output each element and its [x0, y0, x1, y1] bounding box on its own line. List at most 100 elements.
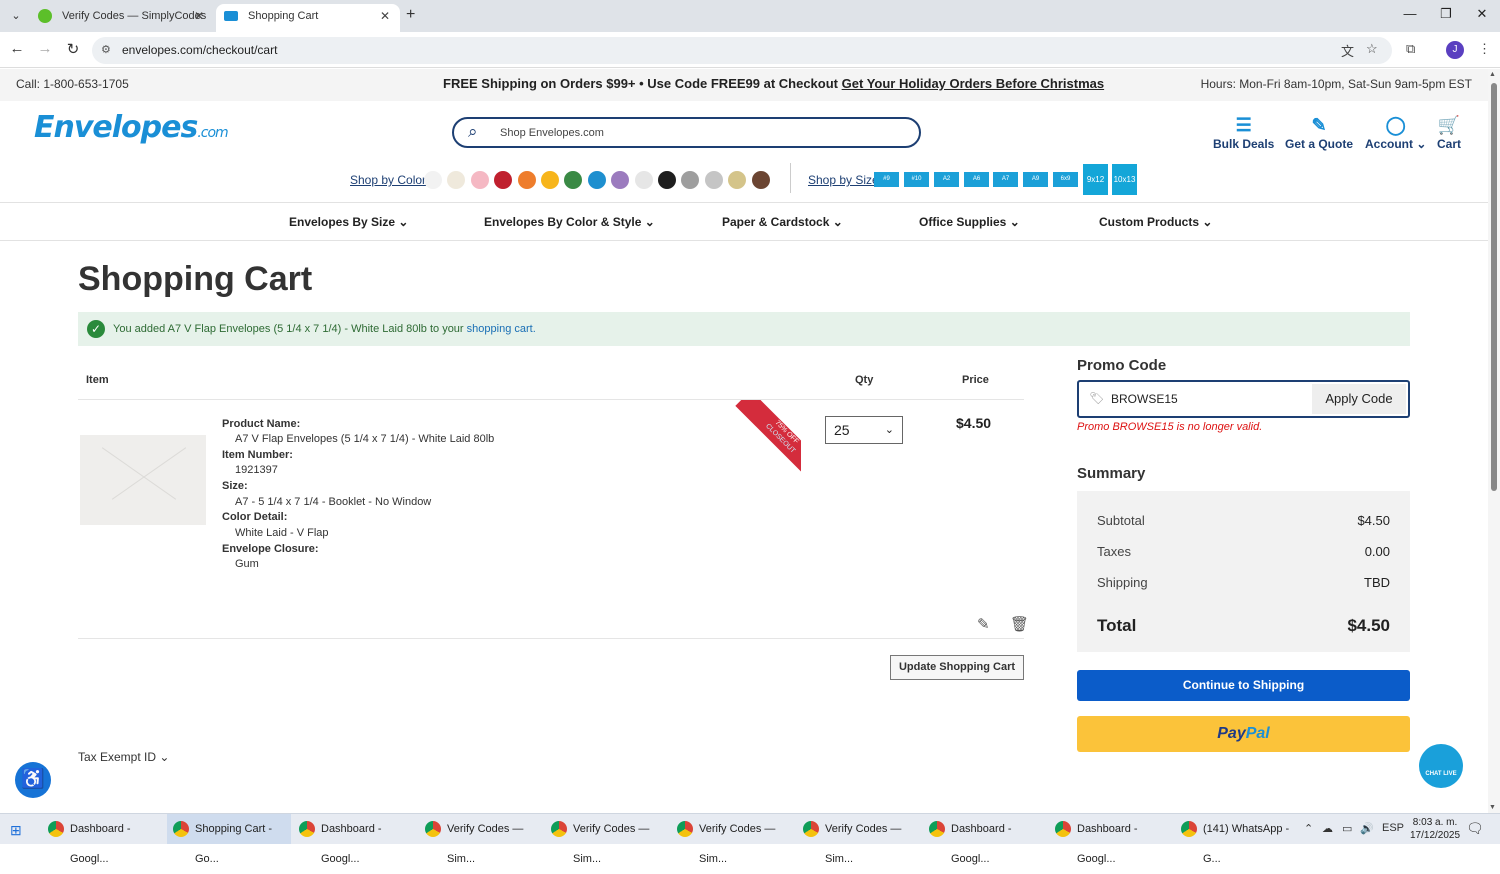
cart-link[interactable]: 🛒 Cart: [1437, 115, 1461, 151]
site-search[interactable]: ⌕ Shop Envelopes.com: [452, 117, 921, 148]
browser-menu-icon[interactable]: ⋮: [1478, 41, 1491, 57]
new-tab-button[interactable]: +: [406, 6, 415, 24]
size-chip[interactable]: A6: [964, 172, 989, 187]
nav-envelopes-by-size[interactable]: Envelopes By Size ⌄: [289, 215, 408, 229]
size-chip[interactable]: 9x12: [1083, 164, 1108, 195]
get-a-quote-link[interactable]: ✎ Get a Quote: [1285, 115, 1353, 151]
notifications-icon[interactable]: 🗨: [1466, 820, 1484, 837]
size-chip[interactable]: #10: [904, 172, 929, 187]
bulk-deals-link[interactable]: ☰ Bulk Deals: [1213, 115, 1274, 151]
nav-custom-products[interactable]: Custom Products ⌄: [1099, 215, 1212, 229]
scroll-down-icon[interactable]: ▼: [1489, 804, 1496, 811]
holiday-orders-link[interactable]: Get Your Holiday Orders Before Christmas: [842, 76, 1104, 91]
color-swatch[interactable]: [658, 171, 676, 189]
taskbar-app-button[interactable]: Verify Codes — Sim...: [797, 814, 921, 865]
site-info-icon[interactable]: ⚙: [101, 37, 111, 64]
promo-strip: Call: 1-800-653-1705 FREE Shipping on Or…: [0, 69, 1488, 101]
color-swatch[interactable]: [564, 171, 583, 189]
taskbar-app-button[interactable]: Dashboard - Googl...: [293, 814, 417, 865]
color-swatch[interactable]: [728, 171, 747, 189]
color-swatch[interactable]: [681, 171, 700, 189]
close-tab-icon[interactable]: ✕: [380, 4, 390, 28]
site-logo[interactable]: Envelopes.com: [34, 110, 229, 145]
color-swatch[interactable]: [541, 171, 559, 189]
color-swatch[interactable]: [494, 171, 513, 189]
taskbar-app-button[interactable]: Shopping Cart - Go...: [167, 814, 291, 865]
update-cart-button[interactable]: Update Shopping Cart: [890, 655, 1024, 680]
size-value: A7 - 5 1/4 x 7 1/4 - Booklet - No Window: [235, 496, 432, 508]
translate-icon[interactable]: 文: [1341, 41, 1354, 60]
accessibility-icon[interactable]: ♿: [15, 762, 51, 798]
extensions-icon[interactable]: ⧉: [1406, 41, 1415, 57]
size-chip[interactable]: A2: [934, 172, 959, 187]
minimize-icon[interactable]: —: [1400, 6, 1420, 21]
size-chip[interactable]: A7: [993, 172, 1018, 187]
color-swatch[interactable]: [751, 171, 770, 189]
size-chip[interactable]: 6x9: [1053, 172, 1078, 187]
paypal-button[interactable]: PayPal: [1077, 716, 1410, 752]
back-icon[interactable]: ←: [7, 40, 27, 57]
taskbar-app-button[interactable]: Verify Codes — Sim...: [545, 814, 669, 865]
continue-to-shipping-button[interactable]: Continue to Shipping: [1077, 670, 1410, 701]
taskbar-app-button[interactable]: Verify Codes — Sim...: [671, 814, 795, 865]
promo-code-field[interactable]: 🏷 BROWSE15 Apply Code: [1077, 380, 1410, 418]
taskbar-app-button[interactable]: Dashboard - Googl...: [923, 814, 1047, 865]
chrome-icon: [48, 821, 64, 837]
language-indicator[interactable]: ESP: [1382, 822, 1404, 834]
apply-code-button[interactable]: Apply Code: [1312, 384, 1406, 414]
tab-search-icon[interactable]: ⌄: [6, 7, 26, 25]
volume-icon[interactable]: 🔊: [1360, 822, 1374, 835]
color-swatch[interactable]: [611, 171, 630, 189]
account-menu[interactable]: ◯ Account ⌄: [1365, 115, 1426, 151]
tab-shopping-cart[interactable]: Shopping Cart ✕: [216, 4, 400, 32]
product-image[interactable]: [80, 435, 206, 525]
shop-by-size-link[interactable]: Shop by Size: [808, 173, 879, 187]
search-icon[interactable]: ⌕: [468, 122, 478, 142]
taskbar-app-button[interactable]: Verify Codes — Sim...: [419, 814, 543, 865]
color-swatch[interactable]: [704, 171, 723, 189]
shop-by-color-link[interactable]: Shop by Color: [350, 173, 426, 187]
taskbar-app-button[interactable]: Dashboard - Googl...: [42, 814, 166, 865]
tray-expand-icon[interactable]: ⌃: [1304, 822, 1313, 835]
url-field[interactable]: ⚙ envelopes.com/checkout/cart: [92, 37, 1392, 64]
color-swatch[interactable]: [517, 171, 536, 189]
forward-icon[interactable]: →: [35, 40, 55, 57]
profile-avatar[interactable]: J: [1446, 41, 1464, 59]
nav-envelopes-by-color[interactable]: Envelopes By Color & Style ⌄: [484, 215, 655, 229]
page-scrollbar[interactable]: ▲ ▼: [1488, 69, 1500, 813]
promo-code-input[interactable]: BROWSE15: [1111, 392, 1178, 406]
shopping-cart-link[interactable]: shopping cart.: [467, 323, 536, 335]
maximize-icon[interactable]: ❐: [1436, 6, 1456, 22]
tab-verify-codes[interactable]: Verify Codes — SimplyCodes ✕: [30, 4, 214, 32]
taskbar-app-button[interactable]: (141) WhatsApp - G...: [1175, 814, 1299, 865]
scrollbar-thumb[interactable]: [1491, 83, 1497, 491]
color-swatch[interactable]: [424, 171, 442, 189]
bookmark-star-icon[interactable]: ☆: [1366, 41, 1378, 57]
quantity-select[interactable]: 25 ⌄: [825, 416, 903, 444]
color-swatch[interactable]: [470, 171, 489, 189]
search-input[interactable]: Shop Envelopes.com: [500, 127, 604, 139]
color-swatch[interactable]: [447, 171, 466, 189]
trash-icon[interactable]: 🗑: [1010, 615, 1029, 633]
nav-paper-cardstock[interactable]: Paper & Cardstock ⌄: [722, 215, 843, 229]
reload-icon[interactable]: ↻: [63, 40, 83, 58]
edit-icon[interactable]: ✎: [977, 615, 990, 633]
size-chip[interactable]: #9: [874, 172, 899, 187]
tax-exempt-toggle[interactable]: Tax Exempt ID ⌄: [78, 750, 169, 764]
taskbar-app-label: Verify Codes — Sim...: [447, 823, 524, 865]
color-swatch[interactable]: [634, 171, 653, 189]
close-tab-icon[interactable]: ✕: [194, 4, 204, 28]
windows-start-icon[interactable]: ⊞: [10, 822, 22, 839]
network-icon[interactable]: ☁: [1322, 822, 1333, 835]
size-chip[interactable]: 10x13: [1112, 164, 1137, 195]
chat-live-button[interactable]: CHAT LIVE: [1419, 744, 1463, 788]
color-swatch[interactable]: [587, 171, 606, 189]
clock[interactable]: 8:03 a. m. 17/12/2025: [1410, 816, 1460, 842]
display-icon[interactable]: ▭: [1342, 822, 1352, 835]
chrome-icon: [929, 821, 945, 837]
size-chip[interactable]: A9: [1023, 172, 1048, 187]
scroll-up-icon[interactable]: ▲: [1489, 71, 1496, 78]
close-window-icon[interactable]: ✕: [1472, 6, 1492, 22]
nav-office-supplies[interactable]: Office Supplies ⌄: [919, 215, 1020, 229]
taskbar-app-button[interactable]: Dashboard - Googl...: [1049, 814, 1173, 865]
